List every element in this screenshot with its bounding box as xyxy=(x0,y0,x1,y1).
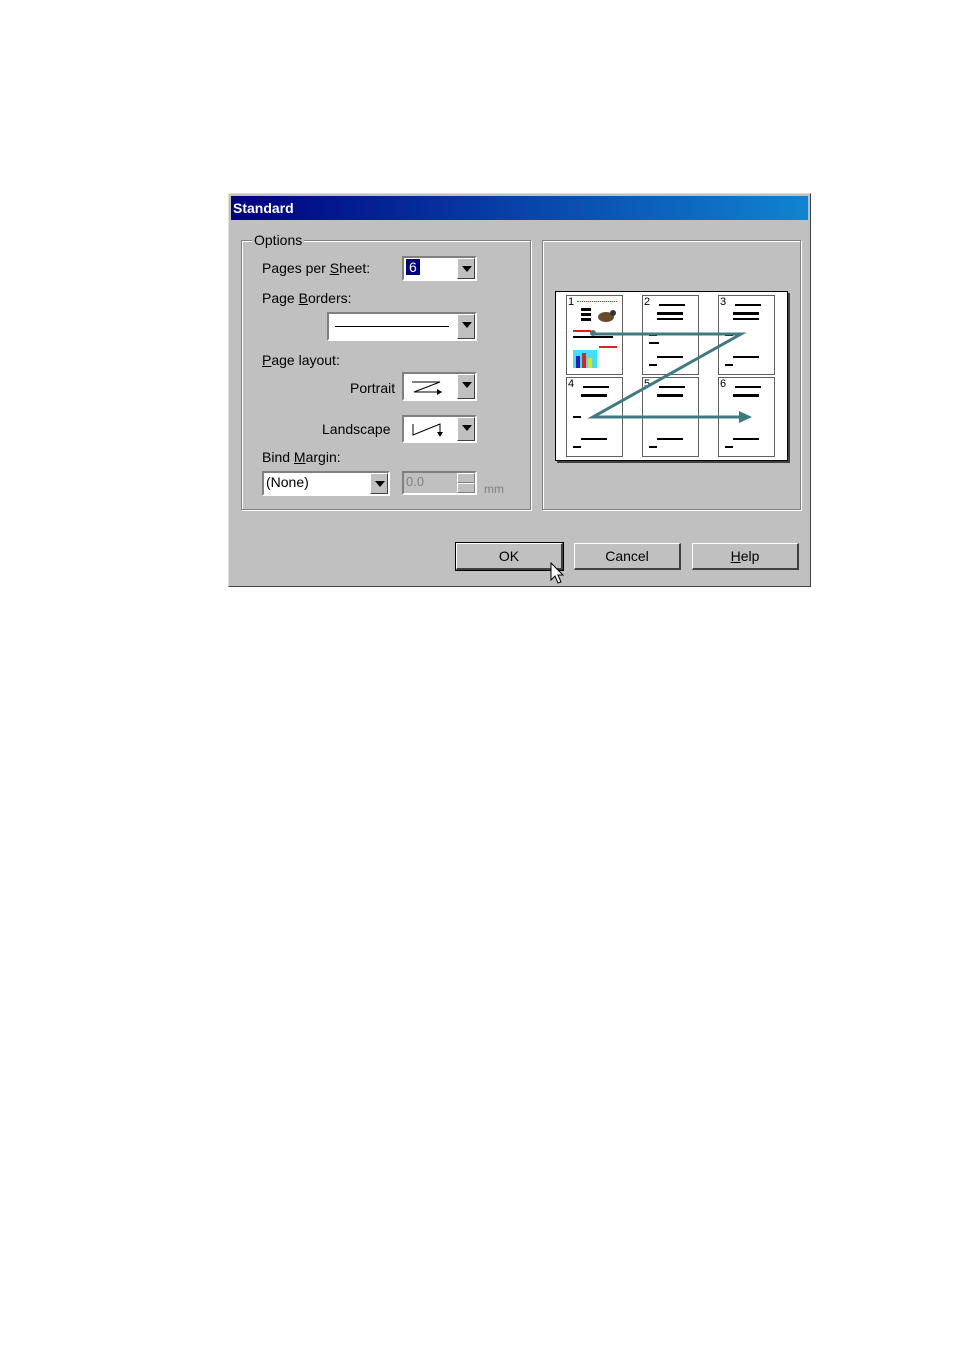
mouse-cursor-icon xyxy=(550,562,565,584)
z-order-icon xyxy=(412,381,442,395)
page-order-arrow xyxy=(587,330,752,423)
spin-buttons[interactable] xyxy=(457,473,475,493)
spin-down-icon[interactable] xyxy=(457,483,475,493)
cancel-button[interactable]: Cancel xyxy=(574,543,681,570)
help-button[interactable]: Help xyxy=(692,543,799,570)
bind-margin-amount: 0.0 xyxy=(406,474,425,489)
landscape-layout-combo[interactable] xyxy=(402,415,477,443)
border-line-sample xyxy=(335,326,449,327)
chevron-down-icon[interactable] xyxy=(457,258,475,279)
options-group-label: Options xyxy=(252,232,305,248)
ok-button[interactable]: OK xyxy=(455,542,564,571)
bind-margin-combo[interactable]: (None) xyxy=(262,471,390,496)
landscape-label: Landscape xyxy=(322,421,391,437)
chevron-down-icon[interactable] xyxy=(370,473,388,494)
layout-preview: 1 2 3 4 5 6 xyxy=(555,291,788,461)
pages-per-sheet-combo[interactable]: 6 xyxy=(402,256,477,281)
portrait-layout-combo[interactable] xyxy=(402,372,477,401)
page-borders-combo[interactable] xyxy=(327,312,477,341)
bind-margin-value: (None) xyxy=(266,474,309,490)
spin-up-icon[interactable] xyxy=(457,473,475,483)
pages-per-sheet-value: 6 xyxy=(406,259,420,275)
pages-per-sheet-label: Pages per Sheet: xyxy=(262,260,371,276)
chevron-down-icon[interactable] xyxy=(457,374,475,399)
bind-margin-label: Bind Margin: xyxy=(262,449,341,465)
page-borders-label: Page Borders: xyxy=(262,290,352,306)
unit-label: mm xyxy=(484,482,504,496)
n-order-icon xyxy=(412,423,443,437)
chevron-down-icon[interactable] xyxy=(457,314,475,339)
bind-margin-amount-spinner[interactable]: 0.0 xyxy=(402,471,477,495)
options-group: Options xyxy=(241,232,531,510)
page-layout-label: Page layout: xyxy=(262,352,340,368)
portrait-label: Portrait xyxy=(350,380,396,396)
title-bar: Standard xyxy=(231,196,808,220)
chevron-down-icon[interactable] xyxy=(457,417,475,441)
dialog-title: Standard xyxy=(233,200,294,216)
